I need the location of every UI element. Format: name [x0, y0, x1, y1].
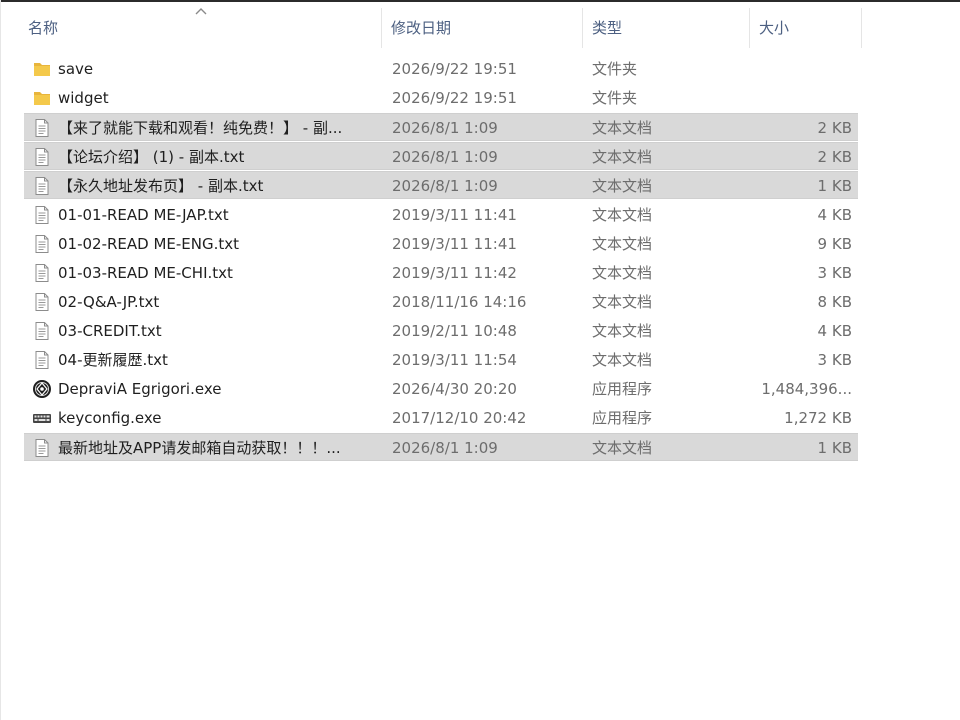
file-size: 1 KB [817, 439, 852, 458]
file-row[interactable]: 【来了就能下载和观看！纯免费！】 - 副... 2026/8/1 1:09 文本文档… [24, 113, 858, 142]
file-name: save [58, 60, 94, 78]
file-size: 1,272 KB [784, 409, 852, 428]
file-row[interactable]: 04-更新履歴.txt 2019/3/11 11:54 文本文档 3 KB [24, 346, 858, 374]
file-name: 04-更新履歴.txt [58, 351, 168, 369]
file-type: 文本文档 [592, 439, 653, 458]
file-modified-date: 2019/3/11 11:41 [392, 234, 517, 253]
file-name: 01-01-READ ME-JAP.txt [58, 205, 229, 224]
file-size: 9 KB [817, 234, 852, 253]
file-type: 文本文档 [592, 351, 653, 369]
file-size: 1 KB [817, 177, 852, 196]
file-type: 文件夹 [592, 89, 638, 108]
text-file-icon [32, 176, 52, 196]
column-header-name[interactable]: 名称 [20, 2, 382, 54]
file-type: 文本文档 [592, 205, 653, 224]
file-name: 03-CREDIT.txt [58, 321, 162, 340]
file-type: 文本文档 [592, 263, 653, 282]
file-modified-date: 2026/9/22 19:51 [392, 89, 517, 108]
file-row[interactable]: 03-CREDIT.txt 2019/2/11 10:48 文本文档 4 KB [24, 317, 858, 345]
file-size: 4 KB [817, 321, 852, 340]
file-row[interactable]: 【永久地址发布页】 - 副本.txt 2026/8/1 1:09 文本文档 1 KB [24, 171, 858, 200]
file-size: 1,484,396... [761, 380, 852, 399]
text-file-icon [32, 118, 52, 138]
file-modified-date: 2019/3/11 11:42 [392, 263, 517, 282]
file-row[interactable]: 【论坛介绍】 (1) - 副本.txt 2026/8/1 1:09 文本文档 2 KB [24, 142, 858, 171]
file-size [742, 55, 852, 83]
text-file-icon [32, 321, 52, 341]
file-name: 02-Q&A-JP.txt [58, 292, 160, 311]
game-app-icon [32, 379, 52, 399]
file-name: 01-02-READ ME-ENG.txt [58, 234, 240, 253]
file-type: 文本文档 [592, 148, 653, 167]
column-header-date-label: 修改日期 [391, 19, 452, 37]
text-file-icon [32, 263, 52, 283]
file-name: 【来了就能下载和观看！纯免费！】 - 副... [58, 119, 343, 138]
column-header-date[interactable]: 修改日期 [383, 2, 583, 54]
file-row[interactable]: DepraviA Egrigori.exe 2026/4/30 20:20 应用程序… [24, 375, 858, 403]
text-file-icon [32, 234, 52, 254]
file-size: 3 KB [817, 263, 852, 282]
column-header-type[interactable]: 类型 [584, 2, 750, 54]
file-name: keyconfig.exe [58, 409, 162, 428]
file-modified-date: 2026/9/22 19:51 [392, 60, 517, 78]
file-row[interactable]: 01-01-READ ME-JAP.txt 2019/3/11 11:41 文本文档… [24, 201, 858, 229]
file-name: 【永久地址发布页】 - 副本.txt [58, 177, 264, 196]
file-row[interactable]: 02-Q&A-JP.txt 2018/11/16 14:16 文本文档 8 KB [24, 288, 858, 316]
file-type: 文本文档 [592, 234, 653, 253]
file-modified-date: 2026/8/1 1:09 [392, 177, 498, 196]
file-row[interactable]: 最新地址及APP请发邮箱自动获取！！！... 2026/8/1 1:09 文本文档 1… [24, 433, 858, 462]
file-row[interactable]: save 2026/9/22 19:51 文件夹 [24, 55, 858, 83]
file-modified-date: 2026/4/30 20:20 [392, 380, 517, 399]
file-name: 01-03-READ ME-CHI.txt [58, 263, 233, 282]
folder-icon [32, 88, 52, 108]
file-type: 文本文档 [592, 177, 653, 196]
text-file-icon [32, 438, 52, 458]
column-header-type-label: 类型 [592, 19, 623, 37]
column-divider[interactable] [381, 8, 382, 48]
file-name: widget [58, 89, 109, 108]
folder-icon [32, 59, 52, 79]
column-header-size[interactable]: 大小 [751, 2, 862, 54]
text-file-icon [32, 147, 52, 167]
text-file-icon [32, 292, 52, 312]
file-modified-date: 2019/3/11 11:41 [392, 205, 517, 224]
keyboard-app-icon [32, 408, 52, 428]
file-name: DepraviA Egrigori.exe [58, 380, 222, 399]
file-type: 文本文档 [592, 292, 653, 311]
column-divider[interactable] [749, 8, 750, 48]
file-modified-date: 2018/11/16 14:16 [392, 292, 527, 311]
file-size: 2 KB [817, 119, 852, 138]
file-name: 最新地址及APP请发邮箱自动获取！！！... [58, 439, 341, 458]
file-type: 文件夹 [592, 60, 638, 78]
file-modified-date: 2019/3/11 11:54 [392, 351, 517, 369]
file-size: 3 KB [817, 351, 852, 369]
file-modified-date: 2026/8/1 1:09 [392, 119, 498, 138]
file-modified-date: 2026/8/1 1:09 [392, 148, 498, 167]
column-header-bar: 名称 修改日期 类型 大小 [0, 2, 960, 54]
file-row[interactable]: widget 2026/9/22 19:51 文件夹 [24, 84, 858, 112]
column-header-name-label: 名称 [28, 19, 59, 37]
file-row[interactable]: 01-02-READ ME-ENG.txt 2019/3/11 11:41 文本文档… [24, 230, 858, 258]
file-size: 4 KB [817, 205, 852, 224]
file-type: 文本文档 [592, 321, 653, 340]
window-left-border [0, 0, 1, 720]
file-modified-date: 2017/12/10 20:42 [392, 409, 527, 428]
file-name: 【论坛介绍】 (1) - 副本.txt [58, 148, 245, 167]
file-type: 应用程序 [592, 380, 653, 399]
file-size: 2 KB [817, 148, 852, 167]
text-file-icon [32, 350, 52, 370]
file-row[interactable]: 01-03-READ ME-CHI.txt 2019/3/11 11:42 文本文档… [24, 259, 858, 287]
file-modified-date: 2019/2/11 10:48 [392, 321, 517, 340]
column-divider[interactable] [582, 8, 583, 48]
file-type: 应用程序 [592, 409, 653, 428]
file-modified-date: 2026/8/1 1:09 [392, 439, 498, 458]
file-type: 文本文档 [592, 119, 653, 138]
file-row[interactable]: keyconfig.exe 2017/12/10 20:42 应用程序 1,272 K… [24, 404, 858, 432]
column-divider[interactable] [861, 8, 862, 48]
file-size: 8 KB [817, 292, 852, 311]
column-header-size-label: 大小 [759, 19, 790, 37]
text-file-icon [32, 205, 52, 225]
file-size [742, 84, 852, 112]
